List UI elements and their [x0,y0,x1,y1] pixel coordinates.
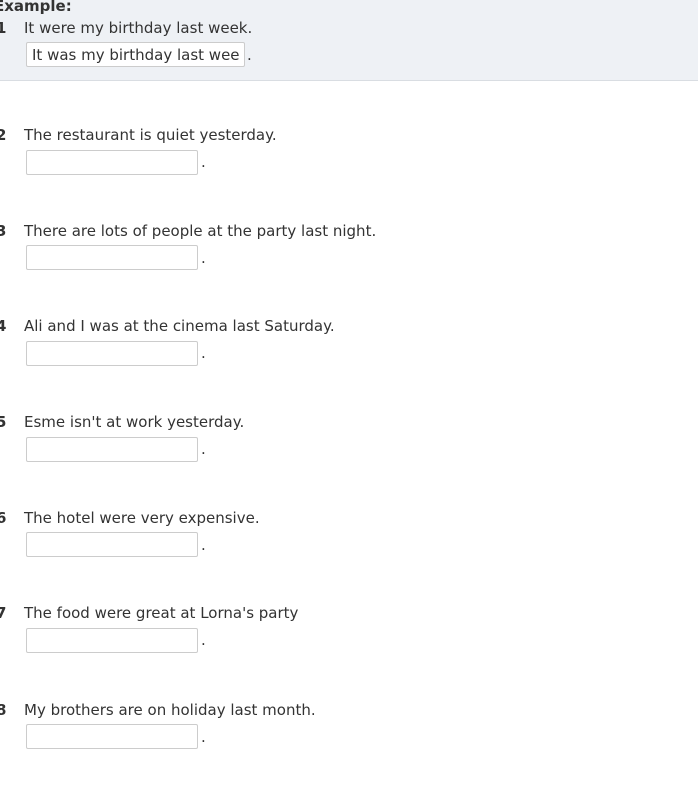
answer-input[interactable] [26,628,198,653]
exercise-page: Example: 1 It were my birthday last week… [0,0,698,797]
question-sentence: The hotel were very expensive. [24,509,260,527]
question-number: 3 [0,222,7,240]
question-number: 5 [0,413,7,431]
question-number: 2 [0,126,7,144]
example-number: 1 [0,19,7,37]
sentence-terminator: . [201,728,206,746]
answer-input[interactable] [26,437,198,462]
answer-input[interactable] [26,341,198,366]
example-heading: Example: [0,0,72,15]
example-terminator: . [247,46,252,64]
sentence-terminator: . [201,249,206,267]
sentence-terminator: . [201,440,206,458]
question-sentence: My brothers are on holiday last month. [24,701,316,719]
answer-input[interactable] [26,245,198,270]
example-block: Example: 1 It were my birthday last week… [0,0,698,81]
question-sentence: The restaurant is quiet yesterday. [24,126,277,144]
question-number: 7 [0,604,7,622]
sentence-terminator: . [201,631,206,649]
sentence-terminator: . [201,536,206,554]
question-number: 6 [0,509,7,527]
answer-input[interactable] [26,150,198,175]
question-number: 8 [0,701,7,719]
example-sentence: It were my birthday last week. [24,19,253,37]
question-number: 4 [0,317,7,335]
question-sentence: The food were great at Lorna's party [24,604,299,622]
question-sentence: Ali and I was at the cinema last Saturda… [24,317,335,335]
answer-input[interactable] [26,724,198,749]
sentence-terminator: . [201,344,206,362]
answer-input[interactable] [26,532,198,557]
sentence-terminator: . [201,153,206,171]
example-answer-field [26,42,245,67]
question-sentence: There are lots of people at the party la… [24,222,377,240]
question-sentence: Esme isn't at work yesterday. [24,413,245,431]
